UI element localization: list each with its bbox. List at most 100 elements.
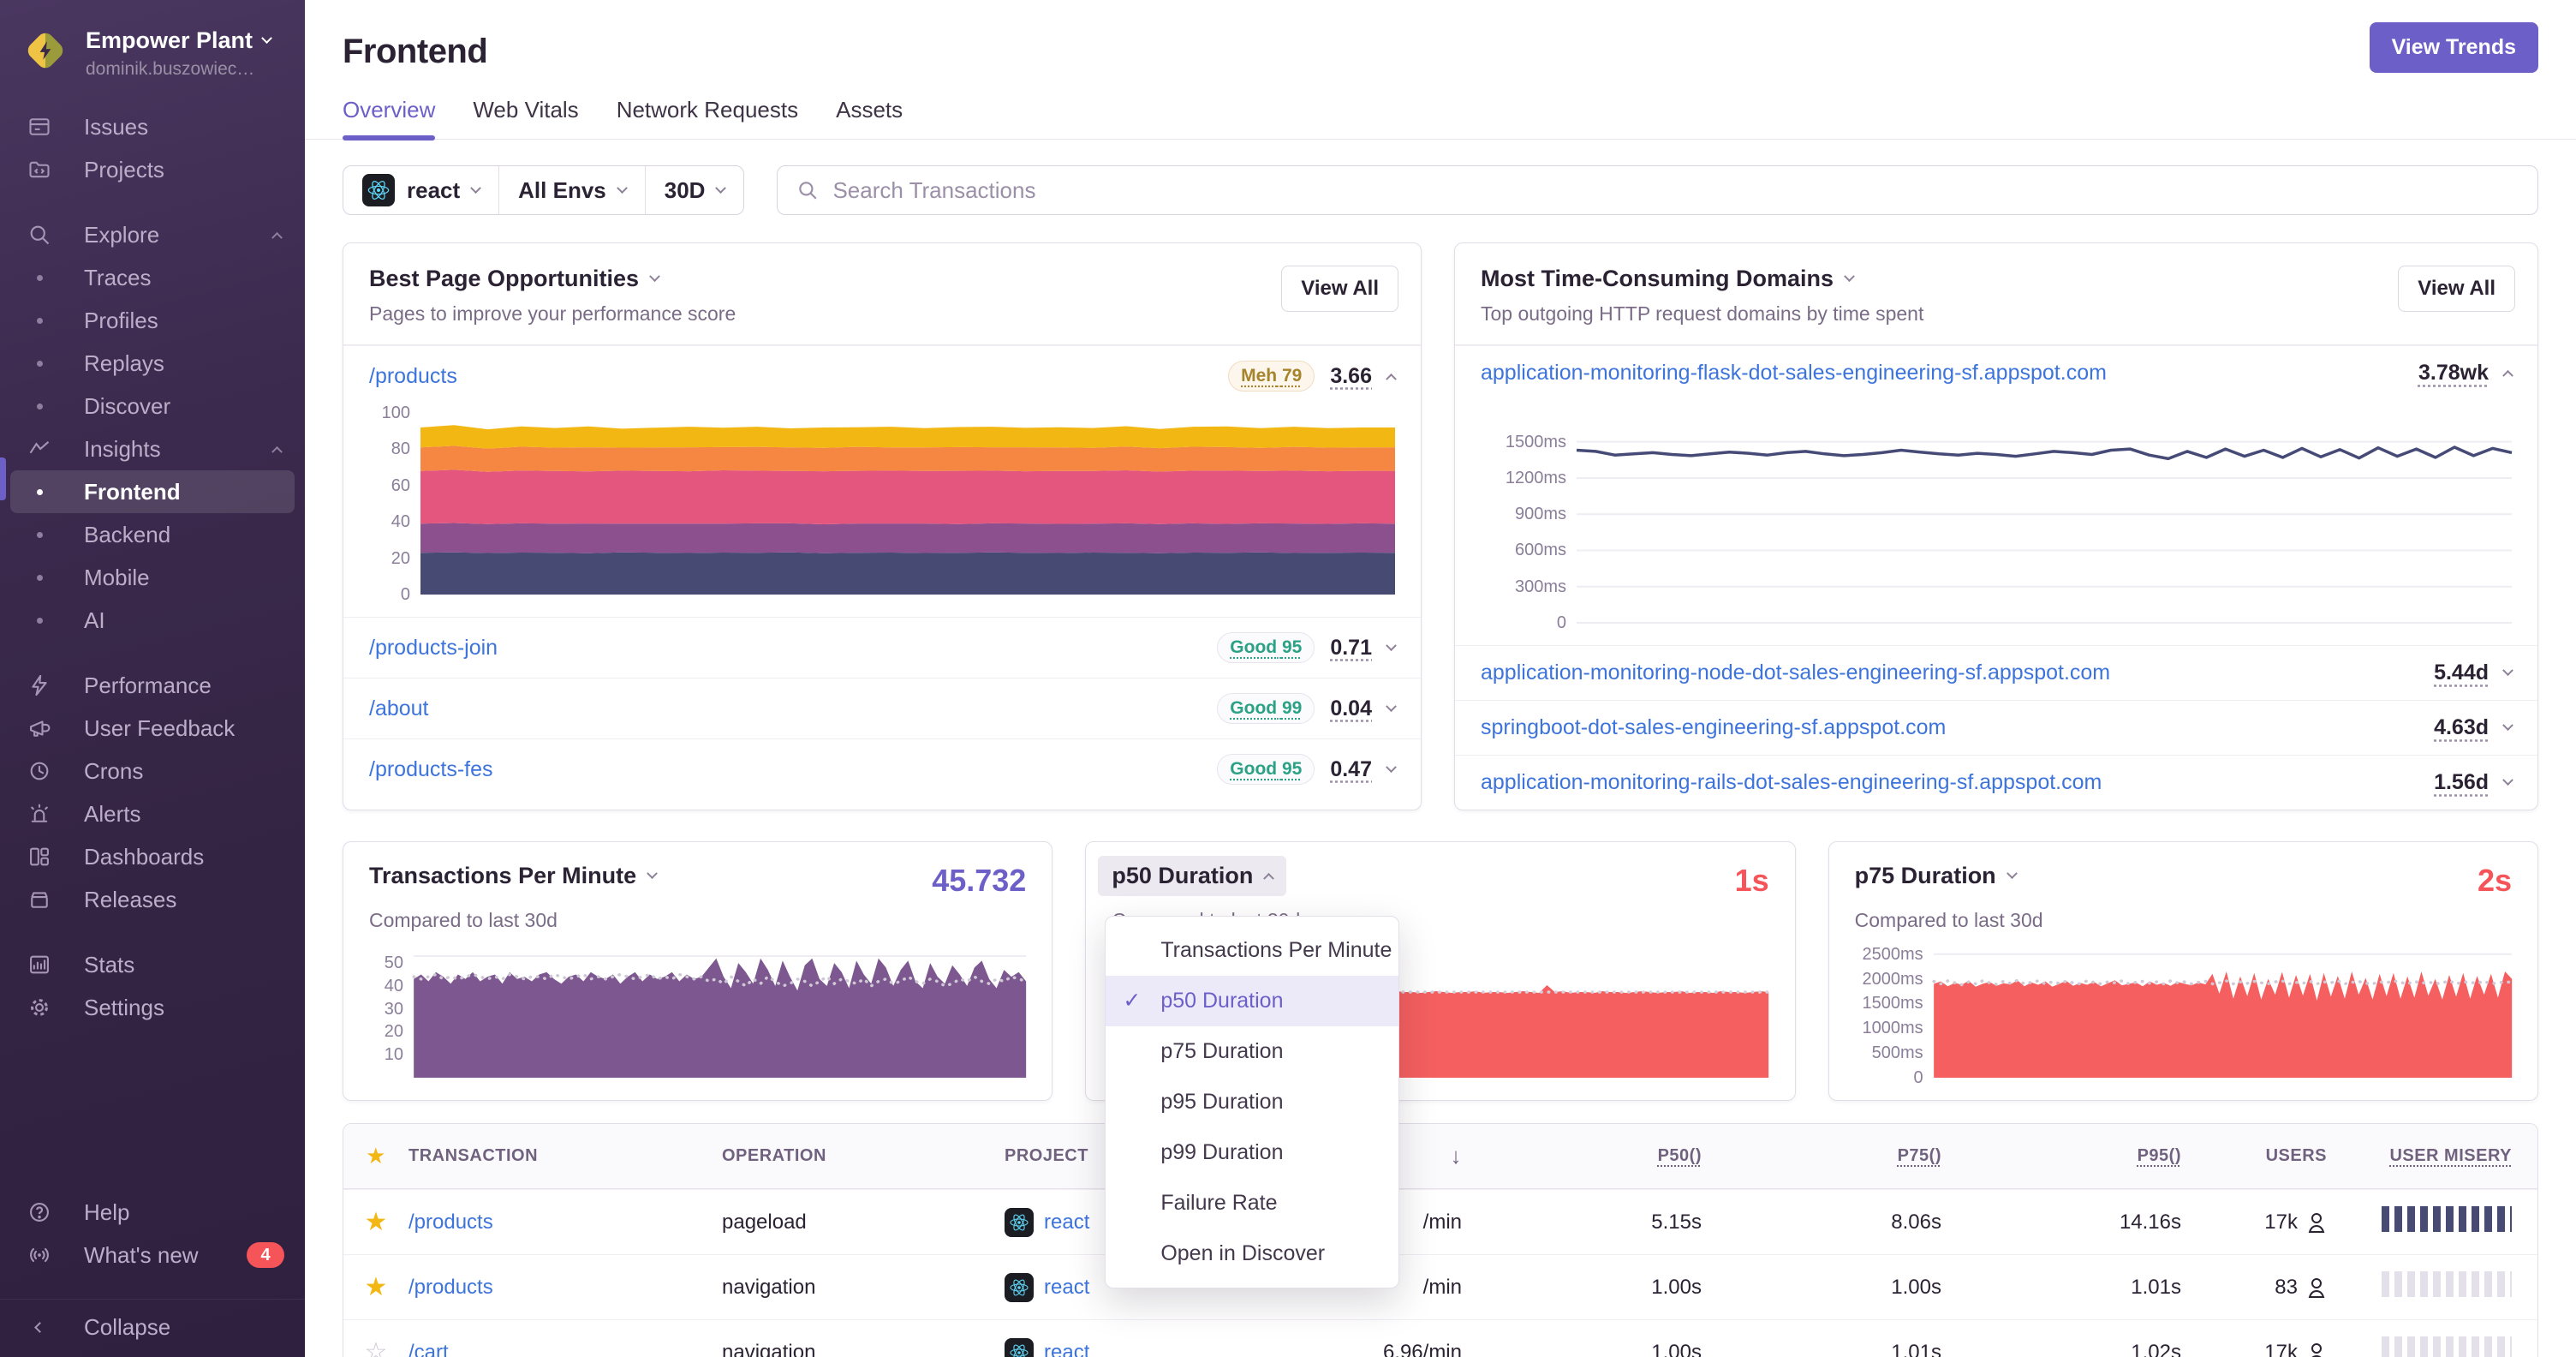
star-toggle[interactable]: ★	[343, 1256, 408, 1318]
sidebar-item-crons[interactable]: Crons	[0, 750, 305, 792]
tab-web-vitals[interactable]: Web Vitals	[473, 97, 578, 139]
view-trends-button[interactable]: View Trends	[2369, 22, 2538, 73]
project-filter[interactable]: react	[343, 166, 498, 214]
sidebar-item-replays[interactable]: Replays	[0, 342, 305, 385]
time-consuming-domains-title[interactable]: Most Time-Consuming Domains	[1481, 266, 2512, 292]
transaction-link[interactable]: /cart	[408, 1341, 449, 1357]
col-transaction[interactable]: TRANSACTION	[408, 1127, 722, 1185]
transaction-link[interactable]: /products	[408, 1211, 493, 1234]
gear-icon	[26, 995, 53, 1019]
expand-row-icon[interactable]	[2502, 720, 2513, 732]
domain-link[interactable]: application-monitoring-node-dot-sales-en…	[1481, 661, 2110, 685]
help-icon	[26, 1200, 53, 1224]
sidebar-item-frontend[interactable]: Frontend	[10, 470, 295, 513]
sidebar-item-projects[interactable]: Projects	[0, 148, 305, 191]
menu-item-p95[interactable]: p95 Duration	[1106, 1077, 1398, 1127]
tpm-metric-selector[interactable]: Transactions Per Minute	[369, 863, 658, 889]
menu-item-failure-rate[interactable]: Failure Rate	[1106, 1178, 1398, 1228]
p50-value: 1s	[1734, 863, 1769, 898]
collapse-row-icon[interactable]	[1386, 373, 1397, 385]
expand-row-icon[interactable]	[1386, 700, 1397, 712]
search-input[interactable]	[832, 176, 2519, 204]
star-toggle[interactable]: ★	[343, 1191, 408, 1253]
sidebar-item-whats-new[interactable]: What's new 4	[0, 1234, 305, 1276]
chevron-down-icon	[715, 182, 727, 194]
expand-row-icon[interactable]	[2502, 665, 2513, 677]
org-name: Empower Plant	[86, 27, 253, 53]
menu-item-tpm[interactable]: Transactions Per Minute	[1106, 925, 1398, 976]
col-p75[interactable]: P75()	[1707, 1127, 1947, 1185]
bar-chart-icon	[26, 953, 53, 977]
p50-cell: 1.00s	[1651, 1340, 1702, 1357]
sidebar-collapse-button[interactable]: Collapse	[0, 1299, 305, 1342]
col-p95[interactable]: P95()	[1947, 1127, 2186, 1185]
domain-link[interactable]: springboot-dot-sales-engineering-sf.apps…	[1481, 715, 1946, 740]
main-area: Frontend View Trends Overview Web Vitals…	[305, 0, 2576, 1357]
sidebar-item-alerts[interactable]: Alerts	[0, 792, 305, 835]
collapse-row-icon[interactable]	[2502, 369, 2513, 381]
sidebar-item-backend[interactable]: Backend	[0, 513, 305, 556]
sidebar-item-discover[interactable]: Discover	[0, 385, 305, 427]
environment-filter[interactable]: All Envs	[498, 166, 645, 214]
page-filter-group: react All Envs 30D	[343, 165, 745, 215]
star-toggle[interactable]: ☆	[343, 1321, 408, 1357]
tab-network-requests[interactable]: Network Requests	[617, 97, 798, 139]
domain-row-rails: application-monitoring-rails-dot-sales-e…	[1455, 755, 2537, 810]
p50-metric-selector[interactable]: p50 Duration	[1098, 856, 1287, 896]
operation-cell: navigation	[722, 1275, 816, 1299]
star-icon[interactable]: ★	[366, 1143, 386, 1169]
sidebar-item-ai[interactable]: AI	[0, 599, 305, 642]
page-link[interactable]: /products-join	[369, 636, 498, 661]
menu-item-p50[interactable]: ✓ p50 Duration	[1106, 976, 1399, 1026]
p95-cell: 1.02s	[2131, 1340, 2181, 1357]
menu-item-p99[interactable]: p99 Duration	[1106, 1127, 1398, 1178]
expand-row-icon[interactable]	[1386, 639, 1397, 651]
sidebar-item-issues[interactable]: Issues	[0, 105, 305, 148]
view-all-domains-button[interactable]: View All	[2398, 266, 2515, 312]
page-link[interactable]: /about	[369, 696, 429, 721]
time-consuming-domains-panel: Most Time-Consuming Domains Top outgoing…	[1454, 242, 2538, 810]
p50-cell: 5.15s	[1651, 1210, 1702, 1234]
expand-row-icon[interactable]	[1386, 761, 1397, 773]
p95-cell: 1.01s	[2131, 1275, 2181, 1299]
sidebar-item-performance[interactable]: Performance	[0, 664, 305, 707]
page-link[interactable]: /products	[369, 364, 457, 389]
menu-item-p75[interactable]: p75 Duration	[1106, 1026, 1398, 1077]
sidebar-item-settings[interactable]: Settings	[0, 986, 305, 1029]
project-cell[interactable]: react	[1005, 1337, 1270, 1357]
sidebar-item-user-feedback[interactable]: User Feedback	[0, 707, 305, 750]
col-p50[interactable]: P50()	[1467, 1127, 1707, 1185]
col-operation[interactable]: OPERATION	[722, 1127, 1005, 1185]
sidebar: Empower Plant dominik.buszowiec… Issues …	[0, 0, 305, 1357]
domain-link[interactable]: application-monitoring-flask-dot-sales-e…	[1481, 361, 2107, 386]
best-page-opportunities-title[interactable]: Best Page Opportunities	[369, 266, 1395, 292]
col-users[interactable]: USERS	[2186, 1127, 2332, 1185]
sidebar-item-stats[interactable]: Stats	[0, 943, 305, 986]
sidebar-item-mobile[interactable]: Mobile	[0, 556, 305, 599]
page-link[interactable]: /products-fes	[369, 757, 493, 782]
sidebar-item-help[interactable]: Help	[0, 1191, 305, 1234]
time-spent-value: 4.63d	[2434, 715, 2489, 739]
tab-bar: Overview Web Vitals Network Requests Ass…	[305, 97, 2576, 140]
performance-score-badge: Good 95	[1217, 754, 1315, 785]
view-all-pages-button[interactable]: View All	[1281, 266, 1398, 312]
domain-link[interactable]: application-monitoring-rails-dot-sales-e…	[1481, 770, 2102, 795]
sidebar-group-explore[interactable]: Explore	[0, 213, 305, 256]
tab-assets[interactable]: Assets	[836, 97, 903, 139]
sidebar-item-dashboards[interactable]: Dashboards	[0, 835, 305, 878]
tab-overview[interactable]: Overview	[343, 97, 436, 140]
sidebar-group-insights[interactable]: Insights	[0, 427, 305, 470]
date-range-filter[interactable]: 30D	[644, 166, 744, 214]
sidebar-item-traces[interactable]: Traces	[0, 256, 305, 299]
table-row: ★ /products pageload react /min 5.15s 8.…	[343, 1189, 2537, 1254]
p75-metric-selector[interactable]: p75 Duration	[1855, 863, 2018, 889]
sidebar-item-releases[interactable]: Releases	[0, 878, 305, 921]
menu-item-open-in-discover[interactable]: Open in Discover	[1106, 1228, 1398, 1279]
org-switcher[interactable]: Empower Plant dominik.buszowiec…	[0, 17, 305, 85]
expand-row-icon[interactable]	[2502, 774, 2513, 786]
opportunity-score: 0.47	[1330, 756, 1372, 781]
col-user-misery[interactable]: USER MISERY	[2332, 1127, 2537, 1185]
transaction-link[interactable]: /products	[408, 1276, 493, 1299]
sidebar-item-profiles[interactable]: Profiles	[0, 299, 305, 342]
clock-icon	[26, 759, 53, 783]
